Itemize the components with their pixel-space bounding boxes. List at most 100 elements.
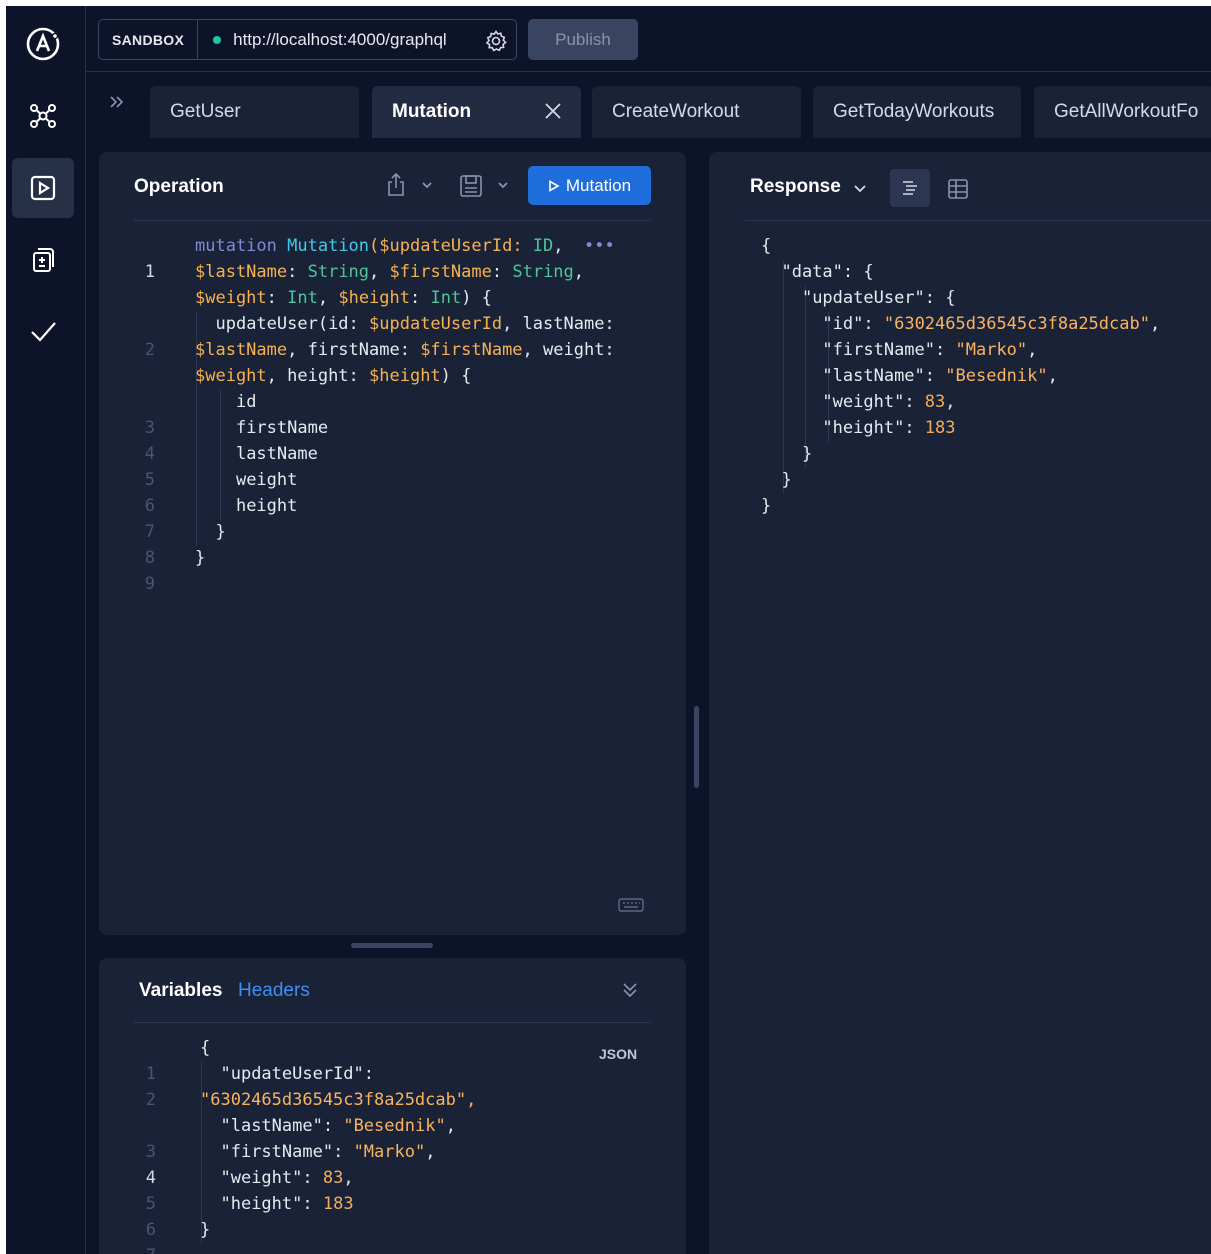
play-icon	[549, 179, 560, 192]
code-token: "lastName"	[220, 1116, 323, 1136]
code-token: , height:	[266, 366, 370, 386]
json-view-toggle[interactable]	[890, 169, 930, 207]
code-token: ID	[532, 236, 554, 256]
code-token: $weight	[195, 288, 267, 308]
endpoint-url[interactable]: http://localhost:4000/graphql	[233, 30, 447, 50]
response-viewer[interactable]: { "data": { "updateUser": { "id": "63024…	[761, 233, 1160, 519]
code-token: "height"	[822, 418, 905, 438]
diff-document-icon	[33, 248, 54, 272]
code-token: }	[801, 444, 813, 464]
tab-label: GetTodayWorkouts	[833, 101, 995, 122]
share-icon[interactable]	[384, 172, 408, 198]
response-panel: Response { "data": { "updateUser": { "id…	[709, 152, 1211, 1254]
code-token: "6302465d36545c3f8a25dcab",	[200, 1090, 477, 1110]
code-token: }	[195, 548, 206, 568]
apollo-logo-button[interactable]	[12, 14, 74, 74]
code-token: ,	[573, 262, 585, 282]
checkmark-icon	[31, 322, 56, 342]
code-token: "Besednik"	[343, 1116, 446, 1136]
operation-editor[interactable]: mutation Mutation($updateUserId: ID, •••…	[195, 233, 615, 571]
code-token: $weight	[195, 366, 267, 386]
chevron-down-icon[interactable]	[421, 180, 433, 190]
schema-graph-icon	[30, 104, 56, 128]
code-token: :	[266, 288, 288, 308]
tab-get-user[interactable]: GetUser	[150, 86, 359, 138]
code-token: "Marko"	[955, 340, 1028, 360]
run-mutation-button[interactable]: Mutation	[528, 166, 651, 205]
code-token: :	[410, 288, 431, 308]
code-token: :	[491, 262, 513, 282]
schema-diff-nav-button[interactable]	[12, 230, 74, 290]
code-token: {	[761, 236, 772, 256]
tab-get-today-workouts[interactable]: GetTodayWorkouts	[813, 86, 1021, 138]
response-title[interactable]: Response	[750, 176, 841, 198]
checks-nav-button[interactable]	[12, 302, 74, 362]
code-token: "weight"	[822, 392, 905, 412]
endpoint-selector[interactable]: SANDBOX http://localhost:4000/graphql	[98, 19, 517, 60]
line-number: 6	[145, 1220, 156, 1240]
variables-editor[interactable]: { "updateUserId": "6302465d36545c3f8a25d…	[200, 1035, 476, 1243]
code-token: $lastName	[195, 262, 288, 282]
code-token: "updateUserId":	[220, 1064, 375, 1084]
chevron-down-icon[interactable]	[853, 184, 867, 194]
line-number: 1	[144, 262, 155, 282]
code-token: String	[307, 262, 370, 282]
sandbox-badge: SANDBOX	[99, 20, 199, 59]
line-number: 9	[144, 574, 155, 594]
play-square-icon	[30, 175, 56, 201]
line-number: 3	[144, 418, 155, 438]
connection-settings-icon[interactable]	[484, 29, 508, 53]
code-token: 83	[322, 1168, 344, 1188]
tab-label: GetUser	[170, 101, 241, 122]
code-token: "6302465d36545c3f8a25dcab"	[883, 314, 1150, 334]
operation-header-divider	[134, 220, 651, 221]
keyboard-shortcuts-icon[interactable]	[618, 898, 644, 912]
chevron-down-icon[interactable]	[497, 180, 509, 190]
table-view-icon[interactable]	[947, 178, 969, 200]
horizontal-resize-handle[interactable]	[351, 943, 433, 948]
save-icon[interactable]	[458, 173, 484, 199]
code-token: , weight:	[522, 340, 615, 360]
line-number: 4	[144, 444, 155, 464]
code-token: Int	[287, 288, 318, 308]
code-token: "height"	[220, 1194, 303, 1214]
code-token: $lastName	[195, 340, 288, 360]
code-token: lastName	[235, 444, 318, 464]
code-token: 183	[924, 418, 956, 438]
explorer-nav-button[interactable]	[12, 158, 74, 218]
variables-line-numbers: 1 2 3 4 5 6 7	[136, 1035, 156, 1254]
code-token: Mutation	[287, 236, 370, 256]
more-variables-ellipsis[interactable]: •••	[584, 236, 615, 256]
tab-create-workout[interactable]: CreateWorkout	[592, 86, 801, 138]
code-token: height	[235, 496, 298, 516]
code-token: ) {	[440, 366, 472, 386]
vertical-resize-handle[interactable]	[694, 706, 699, 788]
code-token: ,	[369, 262, 390, 282]
code-token: "data": {	[781, 262, 874, 282]
tab-get-all-workouts[interactable]: GetAllWorkoutFo	[1034, 86, 1211, 138]
code-token: "updateUser": {	[801, 288, 956, 308]
format-badge: JSON	[599, 1046, 638, 1062]
code-token: $height	[338, 288, 410, 308]
publish-button[interactable]: Publish	[528, 19, 638, 60]
line-number: 4	[145, 1168, 156, 1188]
line-number: 7	[146, 1246, 156, 1254]
code-token: ($updateUserId:	[369, 236, 533, 256]
code-token: }	[200, 1220, 211, 1240]
code-token: mutation	[195, 236, 277, 256]
tab-mutation[interactable]: Mutation	[372, 86, 581, 138]
tab-headers[interactable]: Headers	[238, 980, 310, 1002]
tab-label: Mutation	[392, 101, 472, 122]
code-token: "id"	[822, 314, 864, 334]
code-token: "firstName"	[822, 340, 936, 360]
schema-nav-button[interactable]	[12, 86, 74, 146]
close-tab-icon[interactable]	[543, 101, 563, 121]
double-chevron-down-icon[interactable]	[620, 980, 640, 1000]
tab-variables[interactable]: Variables	[139, 980, 222, 1002]
code-token: }	[781, 470, 792, 490]
double-chevron-right-icon[interactable]	[108, 94, 126, 112]
code-token: 183	[322, 1194, 354, 1214]
code-token: :	[287, 262, 308, 282]
code-token: {	[200, 1038, 211, 1058]
line-number: 7	[144, 522, 155, 542]
